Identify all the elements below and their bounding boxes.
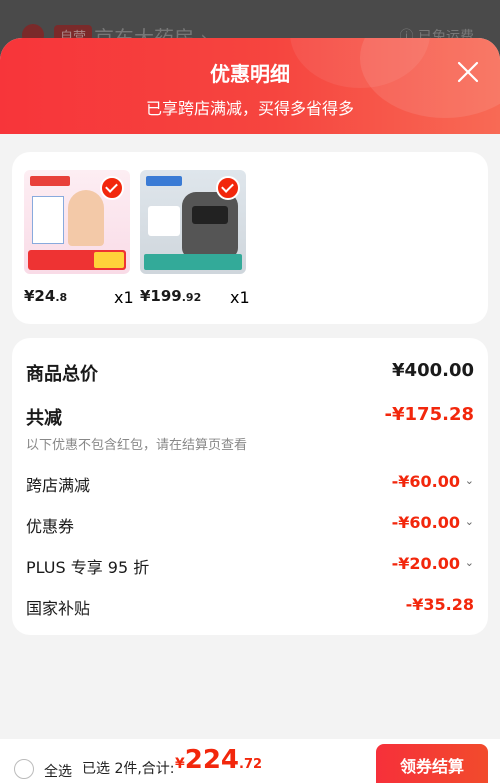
sheet-header: 优惠明细 已享跨店满减，买得多省得多: [0, 38, 500, 134]
chevron-down-icon[interactable]: ⌄: [465, 515, 474, 528]
selected-count: 已选 2件,合计:: [82, 761, 175, 777]
discount-label: 国家补贴: [26, 599, 91, 618]
total-price-label: 商品总价: [26, 364, 98, 385]
product-image: [24, 170, 130, 274]
checked-icon[interactable]: [100, 176, 124, 200]
total-amount: ¥224.72: [175, 745, 263, 775]
discount-label: 优惠券: [26, 517, 75, 536]
discount-detail-sheet: 优惠明细 已享跨店满减，买得多省得多 ¥24.8 x1 ¥199.92 x1 商…: [0, 38, 500, 783]
product-quantity: x1: [230, 288, 250, 307]
select-all-radio[interactable]: [14, 759, 34, 779]
product-quantity: x1: [114, 288, 134, 307]
red-packet-note: 以下优惠不包含红包，请在结算页查看: [26, 438, 248, 453]
checked-icon[interactable]: [216, 176, 240, 200]
discount-value: -¥60.00: [391, 472, 460, 491]
discount-value: -¥35.28: [405, 595, 474, 614]
discount-label: 跨店满减: [26, 476, 91, 495]
close-icon[interactable]: [456, 60, 480, 84]
discount-value: -¥20.00: [391, 554, 460, 573]
product-item[interactable]: ¥199.92: [140, 170, 248, 305]
product-price: ¥199.92: [140, 287, 202, 305]
selected-products-card: ¥24.8 x1 ¥199.92 x1: [12, 152, 488, 324]
product-price: ¥24.8: [24, 287, 68, 305]
sheet-title: 优惠明细: [210, 62, 290, 86]
discount-value: -¥60.00: [391, 513, 460, 532]
total-reduction-value: -¥175.28: [384, 404, 474, 425]
total-price-value: ¥400.00: [392, 360, 474, 381]
product-item[interactable]: ¥24.8: [24, 170, 132, 305]
chevron-down-icon[interactable]: ⌄: [465, 474, 474, 487]
sheet-subtitle: 已享跨店满减，买得多省得多: [145, 99, 354, 118]
checkout-button[interactable]: 领券结算: [376, 744, 488, 783]
chevron-down-icon[interactable]: ⌄: [465, 556, 474, 569]
checkout-footer: 全选 已选 2件,合计: ¥224.72 领券结算: [0, 739, 500, 783]
discount-detail-card: 商品总价 ¥400.00 共减 -¥175.28 以下优惠不包含红包，请在结算页…: [12, 338, 488, 635]
select-all-label[interactable]: 全选: [44, 761, 72, 781]
product-image: [140, 170, 246, 274]
total-reduction-label: 共减: [26, 408, 62, 429]
discount-label: PLUS 专享 95 折: [26, 558, 150, 577]
